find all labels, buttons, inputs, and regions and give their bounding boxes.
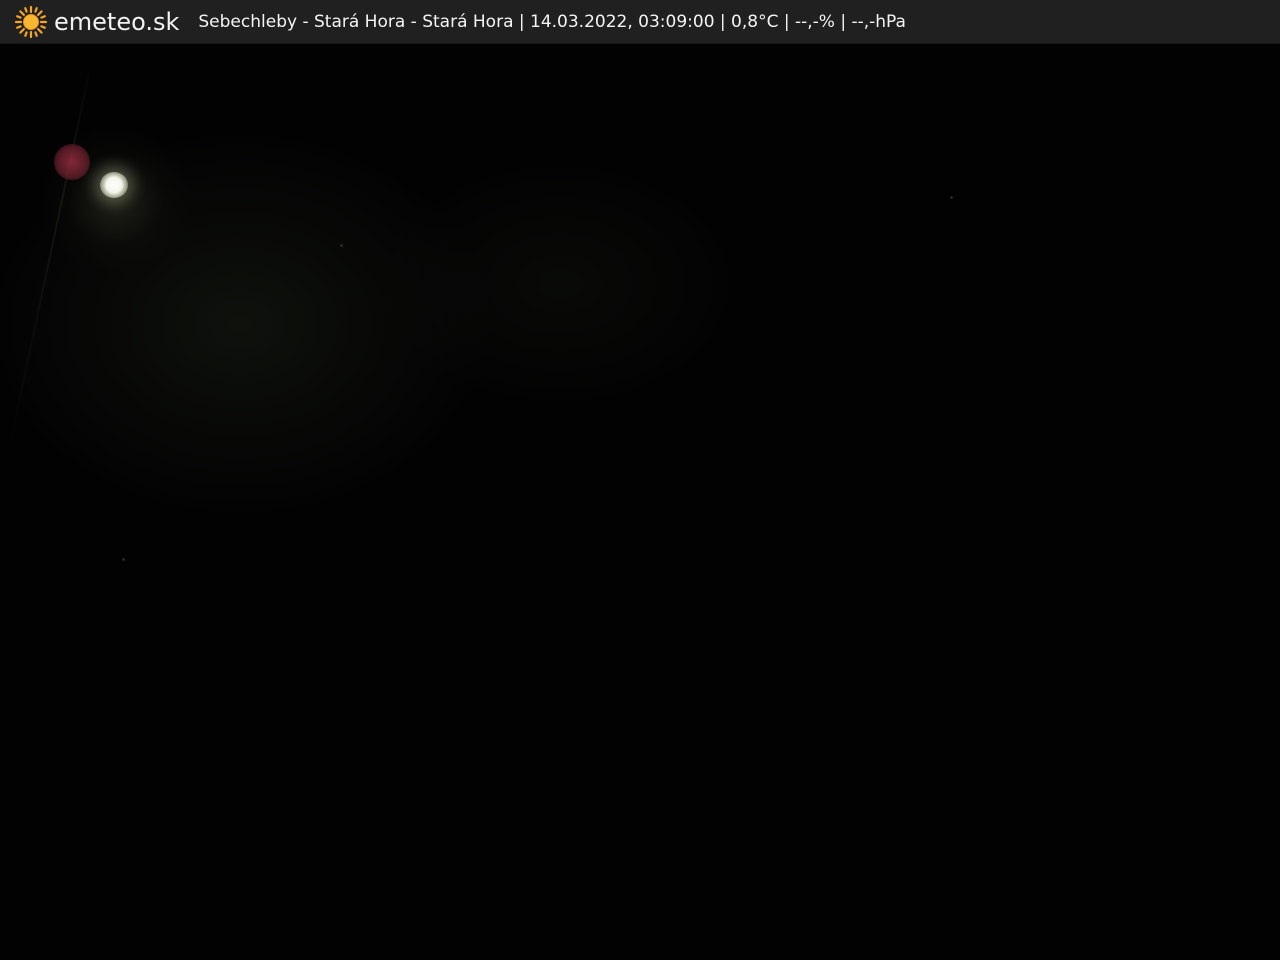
station-caption: Sebechleby - Stará Hora - Stará Hora | 1… [198,11,906,32]
webcam-image [0,44,1280,960]
lens-flare [54,144,90,180]
star-speck [122,558,125,561]
star-speck [950,196,953,199]
sun-icon [14,5,48,38]
header-bar: emeteo.sk Sebechleby - Stará Hora - Star… [0,0,1280,44]
brand[interactable]: emeteo.sk [14,0,179,44]
webcam-frame: emeteo.sk Sebechleby - Stará Hora - Star… [0,0,1280,960]
brand-name: emeteo.sk [54,7,180,36]
moon-light [100,172,128,198]
star-speck [340,244,343,247]
